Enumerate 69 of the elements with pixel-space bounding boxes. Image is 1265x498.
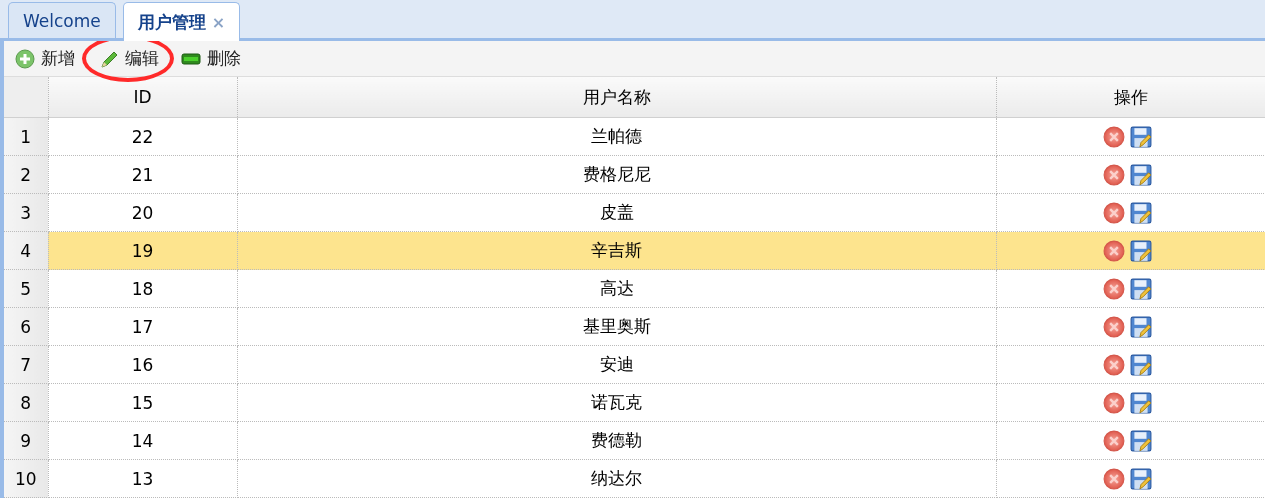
- table-cell: 兰帕德: [237, 117, 996, 156]
- delete-icon[interactable]: [1103, 201, 1125, 224]
- row-number: 3: [4, 193, 48, 232]
- save-edit-icon[interactable]: [1130, 353, 1152, 376]
- table-row[interactable]: 1 22 兰帕德: [4, 117, 1265, 156]
- row-number: 2: [4, 155, 48, 194]
- table-row[interactable]: 5 18 高达: [4, 269, 1265, 308]
- toolbar-button[interactable]: 删除: [178, 45, 244, 72]
- table-cell: 辛吉斯: [237, 231, 996, 270]
- row-number: 5: [4, 269, 48, 308]
- table-cell: 纳达尔: [237, 459, 996, 498]
- column-header[interactable]: 用户名称: [237, 77, 996, 118]
- table-cell: 16: [48, 345, 237, 384]
- save-edit-icon[interactable]: [1130, 429, 1152, 452]
- table-cell: 17: [48, 307, 237, 346]
- toolbar-button[interactable]: 新增: [12, 45, 78, 72]
- row-number: 6: [4, 307, 48, 346]
- table-cell: 18: [48, 269, 237, 308]
- table-cell: 20: [48, 193, 237, 232]
- table-cell: 费格尼尼: [237, 155, 996, 194]
- delete-icon[interactable]: [1103, 315, 1125, 338]
- table-row[interactable]: 10 13 纳达尔: [4, 459, 1265, 498]
- save-edit-icon[interactable]: [1130, 163, 1152, 186]
- save-edit-icon[interactable]: [1130, 125, 1152, 148]
- row-number: 10: [4, 459, 48, 498]
- table-row[interactable]: 4 19 辛吉斯: [4, 231, 1265, 270]
- table-row[interactable]: 8 15 诺瓦克: [4, 383, 1265, 422]
- delete-icon[interactable]: [1103, 391, 1125, 414]
- save-edit-icon[interactable]: [1130, 201, 1152, 224]
- row-number: 4: [4, 231, 48, 270]
- table-cell: 安迪: [237, 345, 996, 384]
- table-row[interactable]: 9 14 费德勒: [4, 421, 1265, 460]
- table-cell: 诺瓦克: [237, 383, 996, 422]
- table-cell: 皮盖: [237, 193, 996, 232]
- tab[interactable]: Welcome: [8, 2, 116, 38]
- tab[interactable]: 用户管理 ×: [122, 2, 241, 41]
- delete-icon[interactable]: [1103, 429, 1125, 452]
- save-edit-icon[interactable]: [1130, 315, 1152, 338]
- table-cell: 22: [48, 117, 237, 156]
- save-edit-icon[interactable]: [1130, 467, 1152, 490]
- table-row[interactable]: 7 16 安迪: [4, 345, 1265, 384]
- delete-icon[interactable]: [1103, 125, 1125, 148]
- row-number: 1: [4, 117, 48, 156]
- table-row[interactable]: 6 17 基里奥斯: [4, 307, 1265, 346]
- table-row[interactable]: 3 20 皮盖: [4, 193, 1265, 232]
- delete-icon[interactable]: [1103, 239, 1125, 262]
- row-number: 9: [4, 421, 48, 460]
- save-edit-icon[interactable]: [1130, 239, 1152, 262]
- table-cell: 15: [48, 383, 237, 422]
- row-number: 7: [4, 345, 48, 384]
- column-header[interactable]: ID: [48, 77, 237, 118]
- toolbar-button[interactable]: 编辑: [96, 45, 162, 72]
- table-cell: 高达: [237, 269, 996, 308]
- delete-icon[interactable]: [1103, 277, 1125, 300]
- row-number: 8: [4, 383, 48, 422]
- delete-icon[interactable]: [1103, 467, 1125, 490]
- table-cell: 14: [48, 421, 237, 460]
- save-edit-icon[interactable]: [1130, 277, 1152, 300]
- delete-icon[interactable]: [1103, 353, 1125, 376]
- table-cell: 21: [48, 155, 237, 194]
- table-cell: 基里奥斯: [237, 307, 996, 346]
- table-cell: 19: [48, 231, 237, 270]
- delete-icon[interactable]: [1103, 163, 1125, 186]
- table-cell: 费德勒: [237, 421, 996, 460]
- plus-icon: [15, 48, 35, 69]
- column-header[interactable]: 操作: [996, 77, 1265, 118]
- table-cell: 13: [48, 459, 237, 498]
- save-edit-icon[interactable]: [1130, 391, 1152, 414]
- table-row[interactable]: 2 21 费格尼尼: [4, 155, 1265, 194]
